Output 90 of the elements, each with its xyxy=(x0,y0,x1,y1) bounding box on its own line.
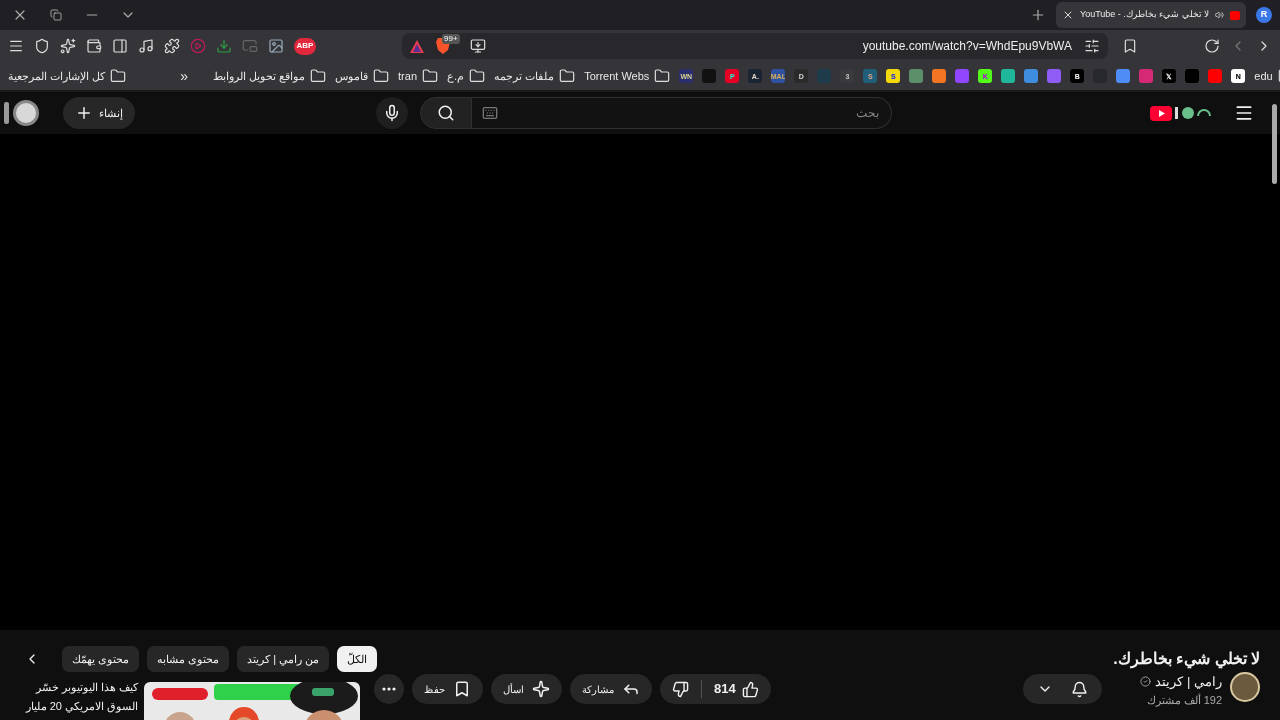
browser-tab[interactable]: لا تخلي شيء بخاطرك. - YouTube xyxy=(1056,2,1246,28)
folder-icon xyxy=(373,68,390,84)
bookmark-folder[interactable]: كل الإشارات المرجعية xyxy=(8,67,127,85)
channel-avatar[interactable] xyxy=(1230,672,1260,702)
video-title: لا تخلي شيء بخاطرك. xyxy=(1113,649,1260,671)
bookmark-label: edu xyxy=(1254,68,1273,84)
notification-badge: 99+ xyxy=(442,34,460,44)
site-icon[interactable] xyxy=(1001,69,1016,83)
bookmark-folder[interactable]: Torrent Webs xyxy=(584,67,671,85)
recommended-title: كيف هذا اليوتيوبر خسّر السوق الامريكي 20 مليار xyxy=(24,680,138,715)
bookmark-folder[interactable]: م.ع xyxy=(447,67,486,85)
more-button[interactable] xyxy=(374,674,404,704)
site-icon[interactable] xyxy=(1139,69,1154,83)
bookmark-label: كل الإشارات المرجعية xyxy=(8,68,106,85)
folder-icon xyxy=(559,68,576,84)
bookmark-label: مواقع تحويل الروابط xyxy=(212,68,306,85)
bookmark-folder[interactable]: قاموس xyxy=(335,67,390,85)
bookmark-label: م.ع xyxy=(447,68,465,85)
menu-icon[interactable] xyxy=(1234,103,1254,123)
site-icon[interactable] xyxy=(955,69,970,83)
folder-icon xyxy=(310,68,327,84)
microphone-icon xyxy=(383,104,401,122)
site-icon[interactable] xyxy=(1116,69,1131,83)
share-button[interactable]: مشاركة xyxy=(570,674,652,704)
download-icon[interactable] xyxy=(216,38,232,54)
bell-icon xyxy=(1071,680,1089,698)
puzzle-icon[interactable] xyxy=(164,38,180,54)
image-icon[interactable] xyxy=(268,38,284,54)
channel-name[interactable]: رامي | كريتد xyxy=(1155,672,1222,692)
folder-icon xyxy=(654,68,671,84)
music-icon[interactable] xyxy=(138,38,154,54)
sparkle-icon xyxy=(532,680,550,698)
folder-icon xyxy=(110,68,127,84)
address-bar[interactable]: 99+ youtube.com/watch?v=WhdEpu9VbWA xyxy=(402,33,1108,59)
keyboard-icon[interactable] xyxy=(482,105,498,121)
bookmark-folder[interactable]: tran xyxy=(398,67,438,85)
profile-avatar[interactable]: R xyxy=(1256,7,1272,23)
create-button[interactable]: إنشاء xyxy=(63,97,135,129)
youtube-icon xyxy=(1230,10,1240,20)
tab-title: لا تخلي شيء بخاطرك. - YouTube xyxy=(1079,8,1210,22)
bookmark-icon xyxy=(453,680,471,698)
reload-icon[interactable] xyxy=(1204,38,1220,54)
save-button[interactable]: حفظ xyxy=(412,674,483,704)
sparkles-icon[interactable] xyxy=(60,38,76,54)
menu-icon[interactable] xyxy=(8,38,24,54)
bookmark-folder[interactable]: edu xyxy=(1254,67,1280,85)
search-field[interactable]: بحث xyxy=(472,97,892,129)
site-icon[interactable] xyxy=(1208,69,1223,83)
triangle-icon[interactable] xyxy=(410,39,424,53)
more-icon xyxy=(382,687,396,691)
filter-chip[interactable]: الكلّ xyxy=(337,646,378,672)
filter-chip[interactable]: من رامي | كريتد xyxy=(237,646,330,672)
avatar-icon[interactable] xyxy=(13,100,39,126)
bookmark-folder[interactable]: مواقع تحويل الروابط xyxy=(212,67,327,85)
more-bookmarks-button[interactable]: » xyxy=(176,65,192,87)
adblock-icon[interactable]: ABP xyxy=(294,37,316,55)
sidebar-icon[interactable] xyxy=(112,38,128,54)
ask-button[interactable]: اسأل xyxy=(491,674,562,704)
audio-icon xyxy=(1215,9,1225,21)
shield-icon[interactable] xyxy=(34,38,50,54)
bookmark-label: قاموس xyxy=(335,68,369,85)
url-text: youtube.com/watch?v=WhdEpu9VbWA xyxy=(861,38,1072,55)
wallet-icon[interactable] xyxy=(86,38,102,54)
site-icon[interactable] xyxy=(932,69,947,83)
search-button[interactable] xyxy=(420,97,472,129)
filter-chip[interactable]: محتوى يهمّك xyxy=(62,646,140,672)
bookmark-label: tran xyxy=(398,68,417,84)
subscribe-button[interactable] xyxy=(1023,674,1103,704)
site-icon[interactable] xyxy=(1024,69,1039,83)
thumbs-up-icon xyxy=(741,680,759,698)
site-icon[interactable] xyxy=(1047,69,1062,83)
scrollbar-thumb[interactable] xyxy=(1272,104,1277,184)
bookmark-label: ملفات ترجمه xyxy=(494,68,555,85)
folder-icon xyxy=(422,68,438,84)
folder-icon xyxy=(469,68,486,84)
voice-search-button[interactable] xyxy=(376,97,408,129)
bookmark-folder[interactable]: ملفات ترجمه xyxy=(494,67,576,85)
scrollbar-thumb[interactable] xyxy=(4,102,9,124)
cast-icon[interactable] xyxy=(470,38,486,54)
search-icon xyxy=(437,104,455,122)
subscriber-count: 192 ألف مشترك xyxy=(1146,692,1222,708)
bookmark-label: Torrent Webs xyxy=(584,68,650,84)
bookmark-icon[interactable] xyxy=(1122,38,1138,54)
plus-icon xyxy=(75,104,93,122)
logo-icon[interactable] xyxy=(1150,104,1214,122)
thumbs-down-icon xyxy=(672,680,689,698)
site-settings-icon[interactable] xyxy=(1084,38,1100,54)
new-tab-icon[interactable] xyxy=(1030,7,1046,23)
site-icon[interactable] xyxy=(909,69,924,83)
filter-chip[interactable]: محتوى مشابه xyxy=(147,646,230,672)
